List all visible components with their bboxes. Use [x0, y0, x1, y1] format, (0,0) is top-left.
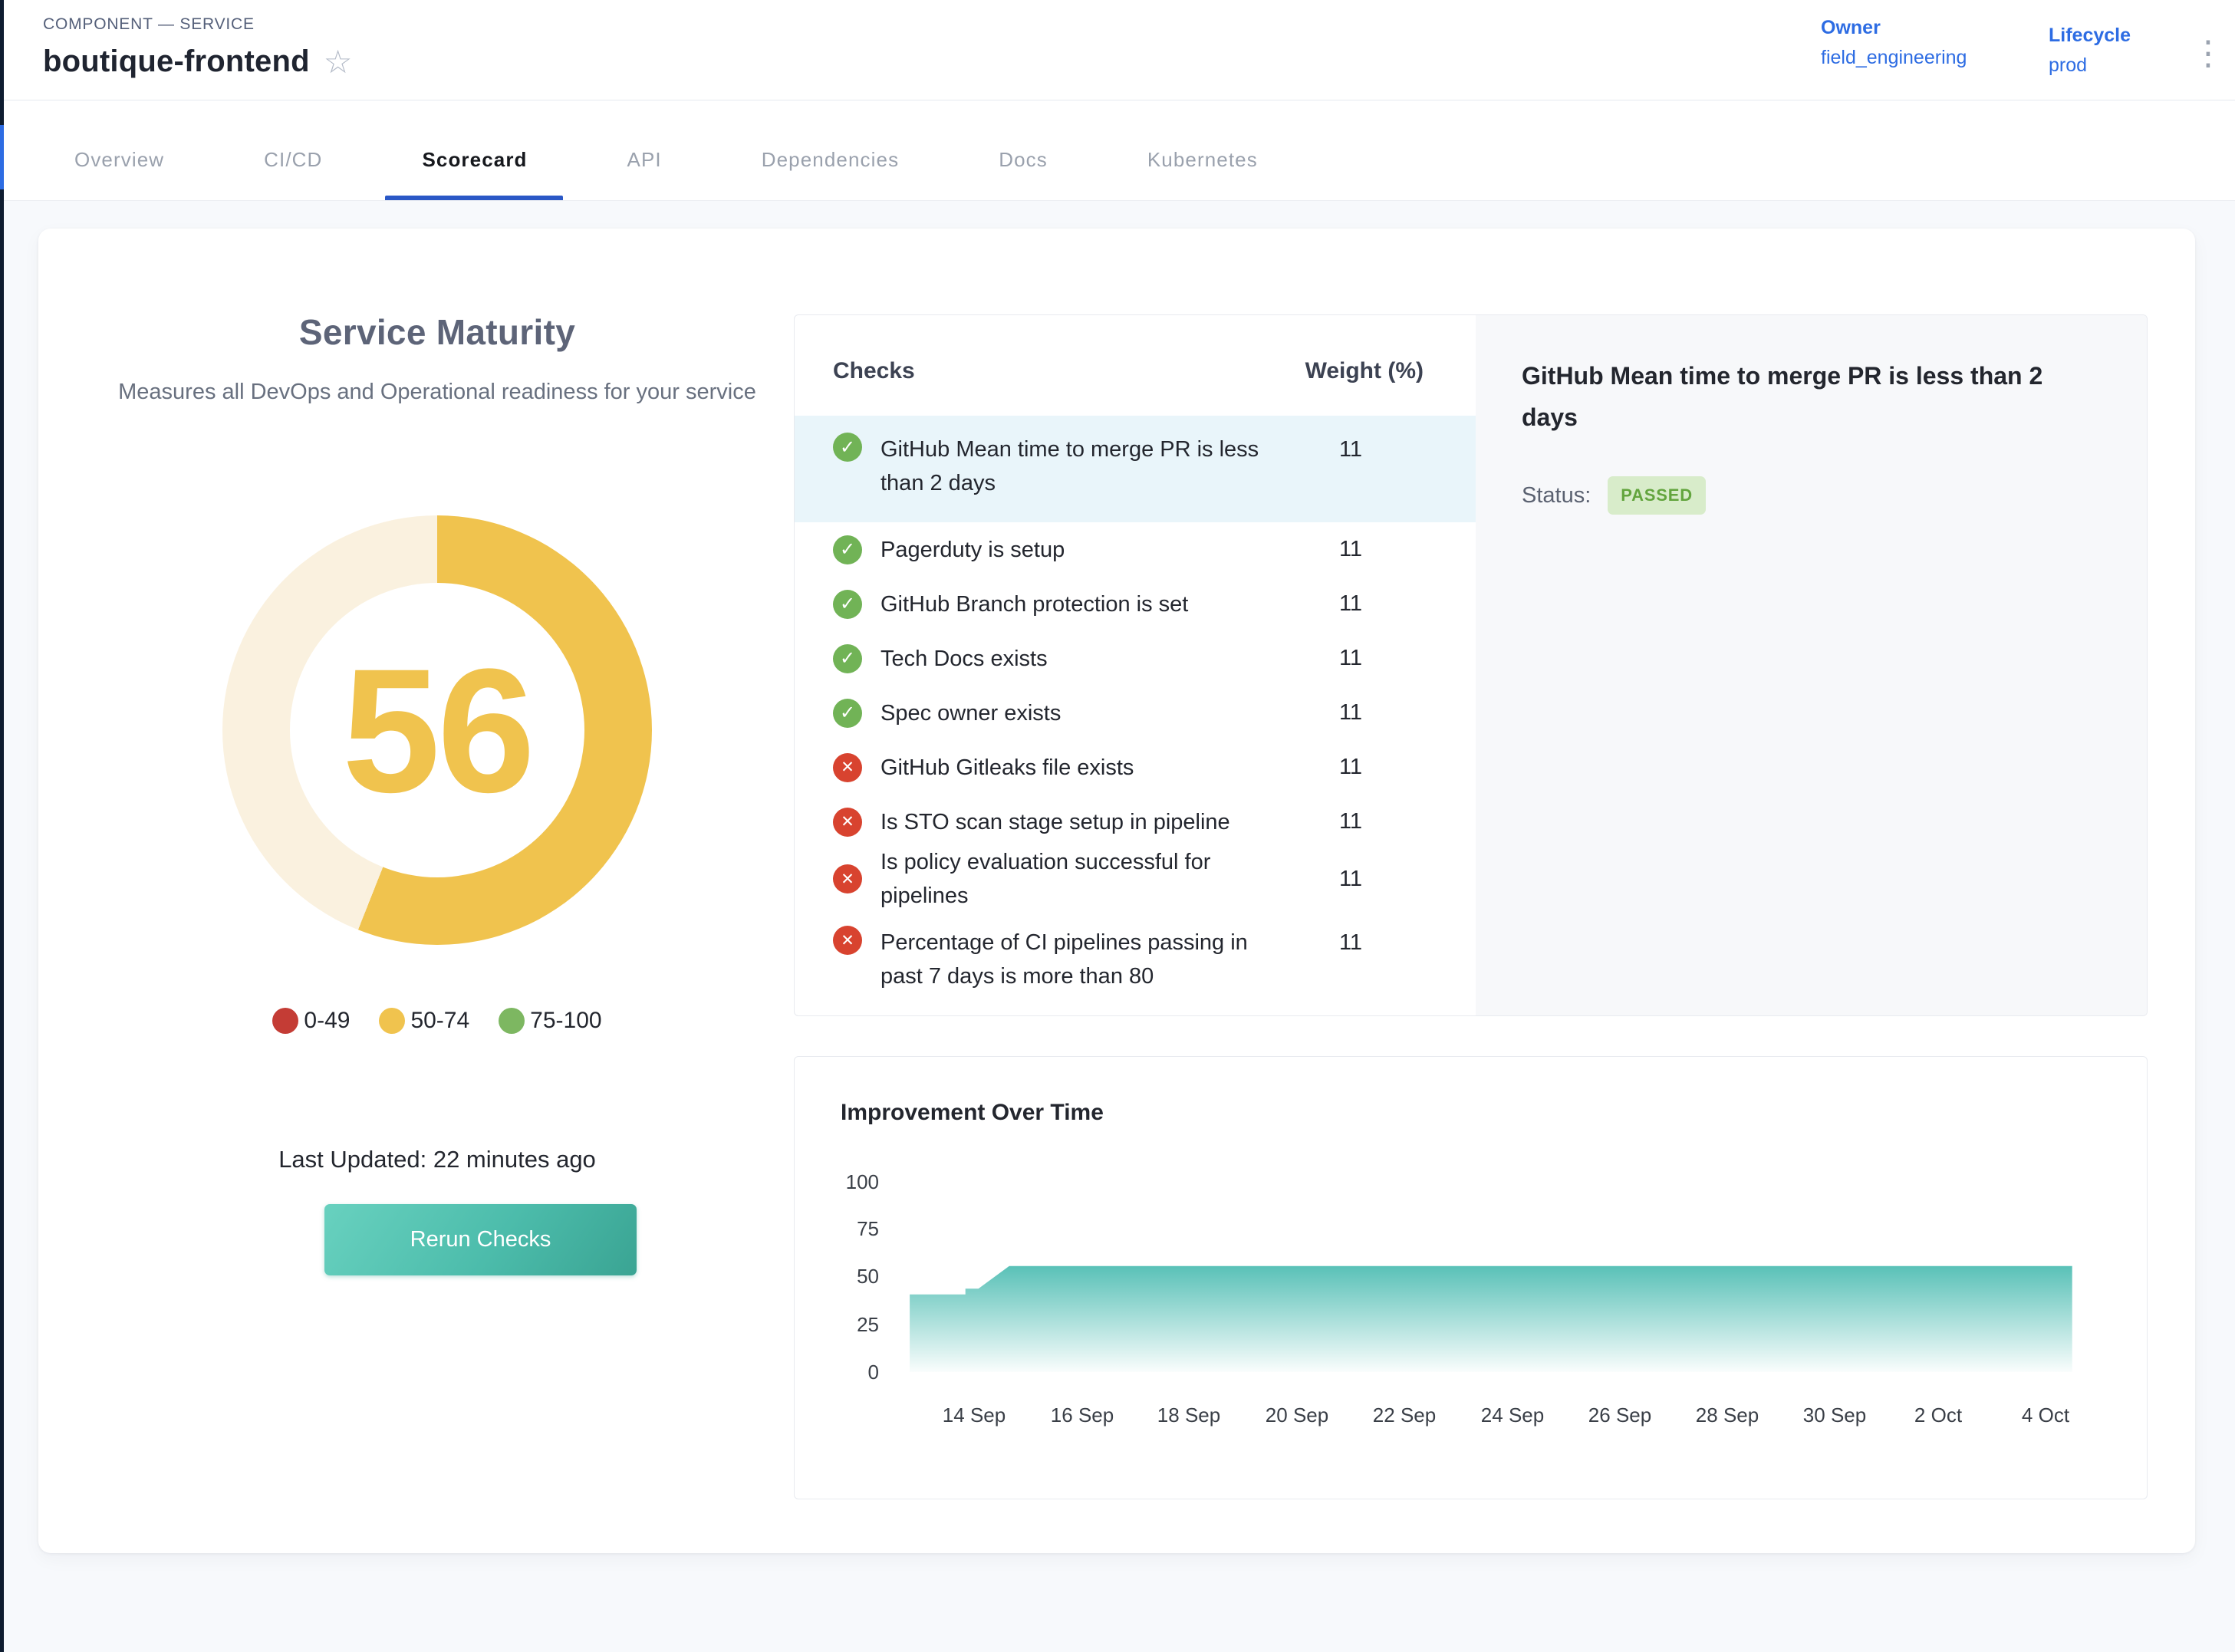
check-detail-title: GitHub Mean time to merge PR is less tha…	[1522, 355, 2059, 438]
check-passed-icon	[833, 644, 862, 673]
y-axis-tick: 100	[810, 1170, 879, 1195]
check-row[interactable]: Is policy evaluation successful for pipe…	[795, 849, 1476, 909]
chart-title: Improvement Over Time	[841, 1100, 1104, 1126]
page-title: boutique-frontend	[43, 44, 310, 79]
scorecard-title: Service Maturity	[84, 311, 790, 353]
legend-item-high: 75-100	[499, 1008, 601, 1034]
check-failed-icon	[833, 926, 862, 955]
owner-link[interactable]: field_engineering	[1821, 47, 1967, 69]
service-maturity-section: Service Maturity Measures all DevOps and…	[84, 229, 790, 1553]
tab-api[interactable]: API	[627, 100, 662, 200]
checks-list: Checks Weight (%) GitHub Mean time to me…	[795, 315, 1476, 1015]
checks-card: Checks Weight (%) GitHub Mean time to me…	[794, 314, 2148, 1016]
lifecycle-value: prod	[2049, 54, 2131, 77]
x-axis-tick: 20 Sep	[1266, 1404, 1328, 1427]
favorite-star-icon[interactable]: ☆	[324, 46, 353, 78]
legend-red-dot-icon	[272, 1008, 298, 1034]
check-row[interactable]: Is STO scan stage setup in pipeline 11	[795, 795, 1476, 849]
checks-list-header: Checks Weight (%)	[795, 315, 1476, 416]
improvement-area-svg	[894, 1174, 2079, 1375]
legend-yellow-dot-icon	[379, 1008, 405, 1034]
rerun-checks-button[interactable]: Rerun Checks	[324, 1204, 637, 1275]
tab-dependencies[interactable]: Dependencies	[762, 100, 899, 200]
entity-tabs: Overview CI/CD Scorecard API Dependencie…	[4, 100, 2235, 201]
x-axis-tick: 16 Sep	[1051, 1404, 1114, 1427]
legend-item-mid: 50-74	[379, 1008, 469, 1034]
status-label: Status:	[1522, 483, 1591, 508]
check-row[interactable]: Percentage of CI pipelines passing in pa…	[795, 909, 1476, 1015]
score-legend: 0-49 50-74 75-100	[130, 1008, 744, 1034]
tab-cicd[interactable]: CI/CD	[264, 100, 322, 200]
check-passed-icon	[833, 535, 862, 564]
check-row[interactable]: GitHub Mean time to merge PR is less tha…	[795, 416, 1476, 522]
check-row[interactable]: Pagerduty is setup 11	[795, 522, 1476, 577]
x-axis-tick: 18 Sep	[1157, 1404, 1220, 1427]
tab-kubernetes[interactable]: Kubernetes	[1147, 100, 1258, 200]
x-axis-tick: 14 Sep	[943, 1404, 1006, 1427]
maturity-score-value: 56	[222, 515, 652, 945]
y-axis-tick: 25	[810, 1313, 879, 1338]
improvement-chart-card: Improvement Over Time 100 75 50 25 0 14 …	[794, 1056, 2148, 1499]
last-updated-text: Last Updated: 22 minutes ago	[130, 1146, 744, 1173]
x-axis-tick: 30 Sep	[1803, 1404, 1866, 1427]
collapsed-sidebar-rail	[0, 0, 4, 1652]
weight-column-header: Weight (%)	[1278, 358, 1424, 384]
tab-scorecard[interactable]: Scorecard	[422, 100, 527, 200]
tab-docs[interactable]: Docs	[999, 100, 1048, 200]
owner-meta: Owner field_engineering	[1821, 17, 1967, 69]
maturity-score-donut: 56	[222, 515, 652, 945]
check-detail-panel: GitHub Mean time to merge PR is less tha…	[1476, 315, 2147, 1015]
kebab-menu-icon[interactable]: ⋮	[2191, 37, 2225, 71]
x-axis-tick: 2 Oct	[1914, 1404, 1962, 1427]
x-axis-tick: 4 Oct	[2022, 1404, 2069, 1427]
y-axis-tick: 75	[810, 1217, 879, 1242]
x-axis-tick: 24 Sep	[1481, 1404, 1544, 1427]
y-axis-tick: 50	[810, 1265, 879, 1289]
entity-header: COMPONENT — SERVICE boutique-frontend ☆ …	[4, 0, 2235, 100]
check-passed-icon	[833, 699, 862, 728]
check-failed-icon	[833, 808, 862, 837]
scorecard-subtitle: Measures all DevOps and Operational read…	[115, 374, 759, 410]
x-axis-tick: 28 Sep	[1696, 1404, 1759, 1427]
sidebar-active-indicator	[0, 125, 4, 189]
tab-overview[interactable]: Overview	[74, 100, 164, 200]
x-axis-tick: 22 Sep	[1373, 1404, 1436, 1427]
lifecycle-label: Lifecycle	[2049, 25, 2131, 47]
check-passed-icon	[833, 433, 862, 462]
x-axis-tick: 26 Sep	[1588, 1404, 1651, 1427]
check-row[interactable]: Tech Docs exists 11	[795, 631, 1476, 686]
check-row[interactable]: Spec owner exists 11	[795, 686, 1476, 740]
check-passed-icon	[833, 590, 862, 619]
y-axis-tick: 0	[810, 1361, 879, 1385]
legend-green-dot-icon	[499, 1008, 525, 1034]
scorecard-panel: Service Maturity Measures all DevOps and…	[38, 229, 2195, 1553]
lifecycle-meta: Lifecycle prod	[2049, 25, 2131, 77]
entity-kind-breadcrumb: COMPONENT — SERVICE	[43, 15, 255, 34]
score-area-shape	[910, 1266, 2072, 1372]
check-failed-icon	[833, 753, 862, 782]
legend-item-low: 0-49	[272, 1008, 350, 1034]
check-row[interactable]: GitHub Branch protection is set 11	[795, 577, 1476, 631]
check-failed-icon	[833, 864, 862, 893]
check-row[interactable]: GitHub Gitleaks file exists 11	[795, 740, 1476, 795]
status-badge: PASSED	[1608, 476, 1706, 515]
checks-column-header: Checks	[833, 358, 1278, 384]
owner-label: Owner	[1821, 17, 1967, 39]
